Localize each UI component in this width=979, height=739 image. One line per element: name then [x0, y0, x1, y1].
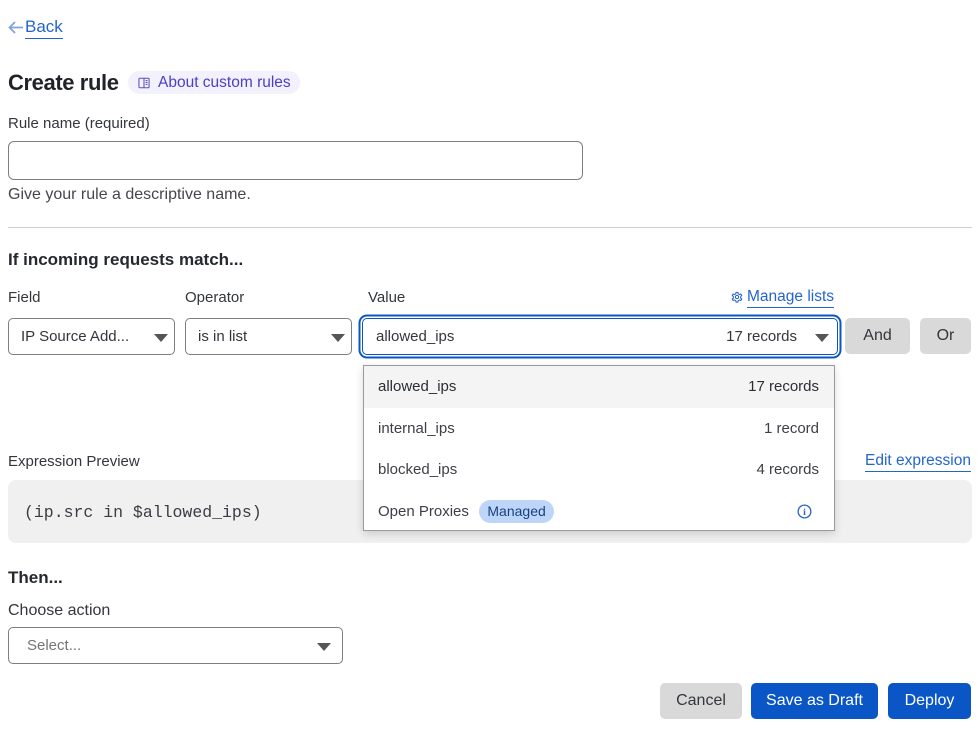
svg-text:i: i [803, 507, 806, 518]
